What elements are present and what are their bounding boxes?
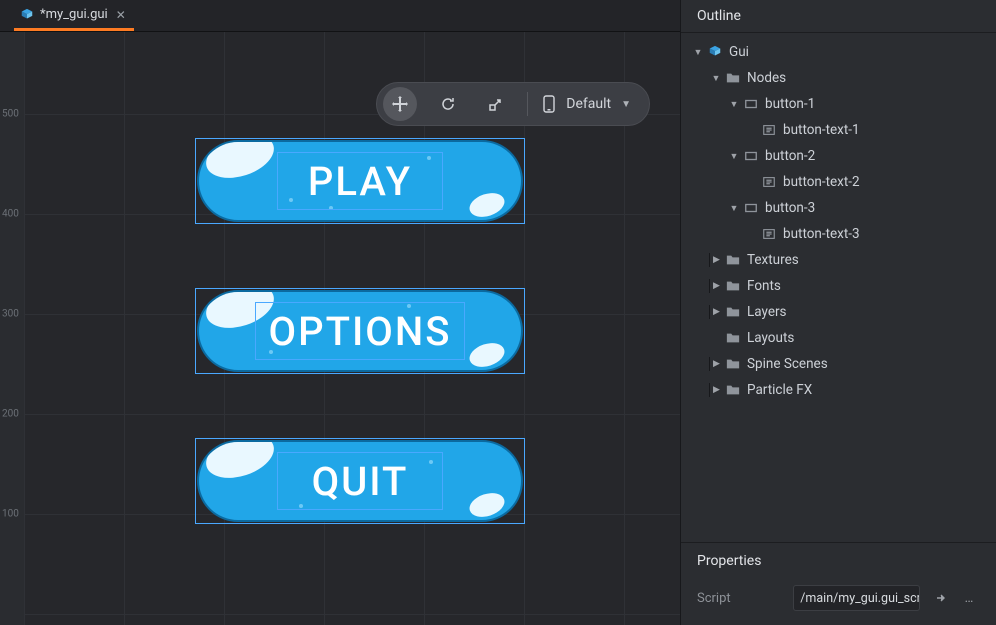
box-node-icon	[743, 96, 759, 112]
expand-icon[interactable]	[727, 201, 741, 215]
ruler-vertical: 500 400 300 200 100	[0, 32, 24, 625]
tree-node-nodes[interactable]: Nodes	[681, 65, 996, 91]
gui-button-label: OPTIONS	[195, 288, 525, 374]
tree-node-layouts[interactable]: Layouts	[681, 325, 996, 351]
scale-tool-button[interactable]	[479, 87, 513, 121]
canvas-toolbar: Default ▼	[376, 82, 650, 126]
tree-node-button-3[interactable]: button-3	[681, 195, 996, 221]
box-node-icon	[743, 148, 759, 164]
tree-node-button-text-2[interactable]: button-text-2	[681, 169, 996, 195]
gui-button-label: QUIT	[195, 438, 525, 524]
properties-panel: Properties Script /main/my_gui.gui_scrip…	[681, 542, 996, 625]
folder-icon	[725, 356, 741, 372]
move-tool-button[interactable]	[383, 87, 417, 121]
folder-icon	[725, 70, 741, 86]
outline-panel-title: Outline	[681, 0, 996, 33]
tree-node-button-2[interactable]: button-2	[681, 143, 996, 169]
expand-icon[interactable]	[709, 383, 723, 397]
gui-icon	[707, 44, 723, 60]
gui-node-button-1[interactable]: PLAY	[195, 138, 525, 224]
text-node-icon	[761, 226, 777, 242]
gui-file-icon	[20, 8, 34, 22]
folder-icon	[725, 382, 741, 398]
expand-icon[interactable]	[691, 45, 705, 59]
tree-node-button-text-3[interactable]: button-text-3	[681, 221, 996, 247]
tree-node-textures[interactable]: Textures	[681, 247, 996, 273]
property-field-script[interactable]: /main/my_gui.gui_scrip	[793, 585, 920, 611]
close-icon[interactable]: ✕	[114, 8, 126, 22]
expand-icon[interactable]	[709, 305, 723, 319]
tab-bar: *my_gui.gui ✕	[0, 0, 680, 32]
tree-node-button-1[interactable]: button-1	[681, 91, 996, 117]
expand-icon[interactable]	[709, 253, 723, 267]
folder-icon	[725, 304, 741, 320]
chevron-down-icon: ▼	[621, 99, 631, 110]
tree-node-layers[interactable]: Layers	[681, 299, 996, 325]
device-icon	[542, 95, 556, 113]
canvas[interactable]: 500 400 300 200 100	[0, 32, 680, 625]
tree-node-fonts[interactable]: Fonts	[681, 273, 996, 299]
tree-node-particle-fx[interactable]: Particle FX	[681, 377, 996, 403]
box-node-icon	[743, 200, 759, 216]
expand-icon[interactable]	[709, 357, 723, 371]
properties-panel-title: Properties	[681, 543, 996, 577]
expand-icon[interactable]	[727, 149, 741, 163]
device-preset-button[interactable]: Default ▼	[542, 95, 635, 113]
expand-icon[interactable]	[709, 279, 723, 293]
text-node-icon	[761, 174, 777, 190]
device-label: Default	[566, 96, 611, 112]
folder-icon	[725, 330, 741, 346]
folder-icon	[725, 278, 741, 294]
folder-icon	[725, 252, 741, 268]
tree-node-spine-scenes[interactable]: Spine Scenes	[681, 351, 996, 377]
tab-title: *my_gui.gui	[40, 7, 108, 22]
gui-button-label: PLAY	[195, 138, 525, 224]
expand-icon[interactable]	[727, 97, 741, 111]
expand-icon[interactable]	[709, 71, 723, 85]
tab-my-gui[interactable]: *my_gui.gui ✕	[14, 1, 134, 31]
gui-node-button-2[interactable]: OPTIONS	[195, 288, 525, 374]
text-node-icon	[761, 122, 777, 138]
gui-node-button-3[interactable]: QUIT	[195, 438, 525, 524]
rotate-tool-button[interactable]	[431, 87, 465, 121]
property-label-script: Script	[697, 591, 783, 606]
tree-node-gui[interactable]: Gui	[681, 39, 996, 65]
more-button[interactable]: …	[958, 587, 980, 609]
goto-resource-button[interactable]	[930, 587, 952, 609]
tree-node-button-text-1[interactable]: button-text-1	[681, 117, 996, 143]
outline-tree: Gui Nodes button-1	[681, 33, 996, 542]
